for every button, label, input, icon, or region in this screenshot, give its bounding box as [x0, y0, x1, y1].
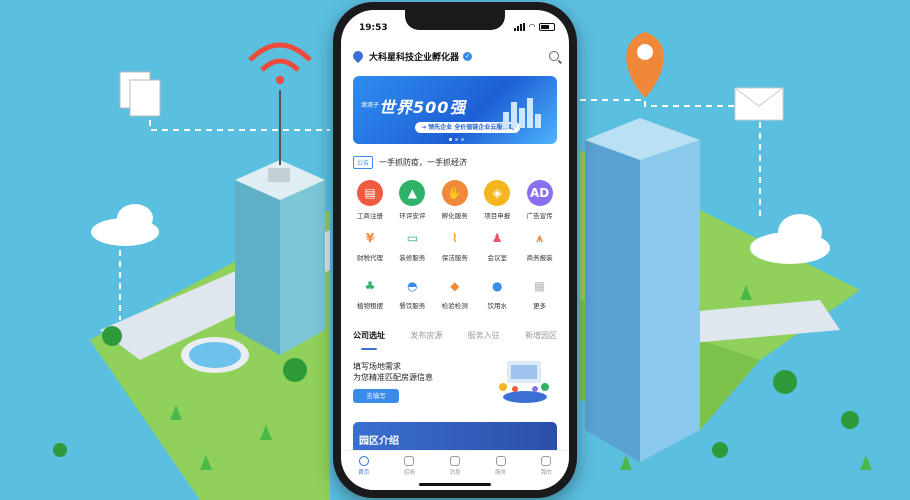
- service-label: 更多: [533, 302, 547, 310]
- suit-icon: ⩚: [536, 230, 543, 245]
- service-item[interactable]: ● 饮用水: [476, 276, 518, 310]
- service-label: 孵化服务: [441, 212, 468, 220]
- service-label: 餐饮服务: [399, 302, 426, 310]
- requirement-title: 填写场地需求: [353, 362, 401, 371]
- service-label: 检验检测: [441, 302, 468, 310]
- incubator-title[interactable]: 大科星科技企业孵化器: [369, 50, 459, 63]
- service-label: 饮用水: [487, 302, 507, 310]
- paint-roller-icon: ▭: [406, 231, 419, 245]
- wifi-icon: ◠: [528, 22, 535, 31]
- announcement-bar[interactable]: 公告 一手抓防疫，一手抓经济: [353, 154, 557, 170]
- tabbar-home-label: 首页: [358, 470, 370, 476]
- hand-icon: ✋: [441, 180, 468, 206]
- meeting-illustration: [499, 361, 549, 403]
- tabbar-messages-label: 消息: [449, 470, 461, 476]
- announcement-badge: 公告: [353, 155, 374, 169]
- service-label: 会议室: [487, 254, 507, 262]
- service-item[interactable]: ▦ 更多: [519, 276, 561, 310]
- requirement-card: 填写场地需求 为您精准匹配房源信息 去填写: [353, 355, 557, 411]
- document-icon: ▤: [357, 180, 383, 206]
- layers-icon: ◈: [484, 180, 511, 206]
- service-item[interactable]: ◆ 检验检测: [434, 276, 476, 310]
- broom-icon: ⌇: [451, 231, 458, 245]
- tab-new-park[interactable]: 新增园区: [525, 330, 557, 346]
- meeting-icon: ♟: [491, 231, 503, 245]
- requirement-subtitle: 为您精准匹配房源信息: [353, 373, 433, 382]
- tab-service-onboarding[interactable]: 服务入驻: [468, 330, 500, 346]
- ad-icon: AD: [526, 180, 553, 206]
- home-icon: [358, 456, 369, 466]
- search-icon[interactable]: [549, 51, 559, 61]
- water-drop-icon: ●: [491, 279, 503, 293]
- phone-mockup: 19:53 ◠ 大科星科技企业孵化器 ✓ 滴滴子 世界500强 → 领先企业 全…: [333, 2, 577, 498]
- service-label: 环评安评: [399, 212, 426, 220]
- fill-in-button[interactable]: 去填写: [353, 389, 399, 403]
- dish-icon: ◓: [407, 279, 418, 293]
- service-icon: [495, 456, 506, 466]
- plant-icon: ♣: [364, 279, 376, 293]
- service-item[interactable]: ♣ 植物租摆: [349, 276, 391, 310]
- home-indicator: [419, 483, 491, 486]
- service-label: 工商注册: [357, 212, 383, 220]
- tabbar-investment-label: 招商: [403, 470, 415, 476]
- more-grid-icon: ▦: [533, 279, 546, 293]
- tabbar-home[interactable]: 首页: [347, 456, 381, 490]
- service-label: 植物租摆: [357, 302, 383, 310]
- shield-icon: ◆: [450, 279, 460, 293]
- tab-company-location[interactable]: 公司选址: [353, 330, 385, 350]
- service-item[interactable]: ✋ 孵化服务: [434, 180, 476, 220]
- banner-pagination: [449, 138, 464, 141]
- service-label: 装修服务: [399, 254, 426, 262]
- battery-icon: [539, 22, 555, 31]
- signal-icon: [513, 22, 525, 31]
- phone-screen: 19:53 ◠ 大科星科技企业孵化器 ✓ 滴滴子 世界500强 → 领先企业 全…: [341, 10, 569, 490]
- status-time: 19:53: [359, 23, 388, 33]
- tabbar-profile-label: 我的: [540, 470, 552, 476]
- banner-skyline: [503, 98, 547, 128]
- service-item[interactable]: ◓ 餐饮服务: [391, 276, 433, 310]
- location-tabs: 公司选址 发布房源 服务入驻 新增园区: [353, 330, 557, 350]
- promo-banner[interactable]: 滴滴子 世界500强 → 领先企业 全价值链企业云服务商: [353, 76, 557, 144]
- app-header: 大科星科技企业孵化器 ✓: [350, 46, 559, 66]
- service-label: 保洁服务: [441, 254, 468, 262]
- announcement-text: 一手抓防疫，一手抓经济: [379, 157, 468, 167]
- service-item[interactable]: ◈ 项目申报: [476, 180, 518, 220]
- phone-notch: [405, 10, 505, 30]
- service-item[interactable]: AD 广告宣传: [519, 180, 561, 220]
- tabbar-profile[interactable]: 我的: [529, 456, 563, 490]
- location-pin-icon[interactable]: [350, 48, 366, 64]
- service-item[interactable]: ♟ 会议室: [476, 228, 518, 262]
- service-item[interactable]: ▤ 工商注册: [349, 180, 391, 220]
- service-item[interactable]: ▭ 装修服务: [391, 228, 433, 262]
- tab-publish-listing[interactable]: 发布房源: [410, 330, 442, 346]
- investment-icon: [404, 456, 415, 466]
- coin-icon: ¥: [365, 231, 375, 245]
- banner-brand: 滴滴子: [361, 102, 380, 109]
- system-icons: ◠: [513, 22, 555, 31]
- service-label: 项目申报: [484, 212, 511, 220]
- service-item[interactable]: ⌇ 保洁服务: [434, 228, 476, 262]
- service-item[interactable]: ¥ 财税代理: [349, 228, 391, 262]
- verified-badge-icon: ✓: [463, 51, 473, 61]
- profile-icon: [541, 456, 552, 466]
- tree-icon: ▲: [399, 180, 426, 206]
- banner-headline: 世界500强: [379, 98, 467, 117]
- service-item[interactable]: ▲ 环评安评: [391, 180, 433, 220]
- message-icon: [449, 456, 460, 466]
- service-label: 商务报装: [526, 254, 553, 262]
- tabbar-services-label: 服务: [495, 470, 507, 476]
- service-label: 广告宣传: [526, 212, 553, 220]
- service-label: 财税代理: [357, 254, 383, 262]
- service-item[interactable]: ⩚ 商务报装: [519, 228, 561, 263]
